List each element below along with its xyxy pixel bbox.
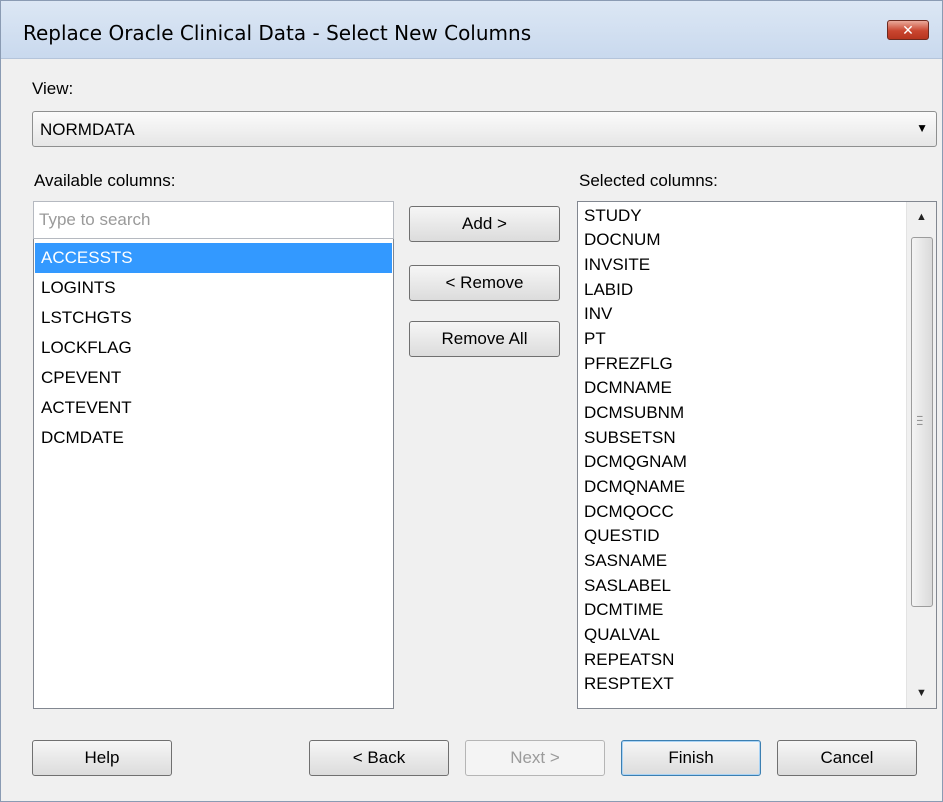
scrollbar-thumb[interactable]: ‒ ‒ ‒ [911,237,933,607]
list-item[interactable]: ACCESSTS [35,243,392,273]
list-item[interactable]: QUESTID [584,526,660,550]
list-item[interactable]: LOCKFLAG [35,333,392,363]
list-item[interactable]: LSTCHGTS [35,303,392,333]
remove-all-button[interactable]: Remove All [409,321,560,357]
list-item[interactable]: DCMTIME [584,600,663,624]
list-item[interactable]: SASNAME [584,551,667,575]
list-item[interactable]: DCMDATE [35,423,392,453]
view-dropdown-value: NORMDATA [40,120,135,139]
selected-columns-label: Selected columns: [579,171,718,190]
close-button[interactable]: ✕ [887,20,929,40]
list-item[interactable]: DCMQNAME [584,477,685,501]
list-item[interactable]: SASLABEL [584,576,671,600]
list-item[interactable]: RESPTEXT [584,674,674,698]
list-item[interactable]: PT [584,329,606,353]
finish-button[interactable]: Finish [621,740,761,776]
list-item[interactable]: PFREZFLG [584,354,673,378]
close-icon: ✕ [902,22,914,38]
title-bar[interactable]: Replace Oracle Clinical Data - Select Ne… [1,1,942,59]
available-columns-label: Available columns: [34,171,176,190]
list-item[interactable]: DCMNAME [584,378,672,402]
scroll-up-arrow-icon[interactable]: ▲ [907,202,936,232]
list-item[interactable]: STUDY [584,206,642,230]
view-dropdown[interactable]: NORMDATA ▼ [32,111,937,147]
list-item[interactable]: LABID [584,280,633,304]
list-item[interactable]: REPEATSN [584,650,674,674]
dropdown-arrow-icon[interactable]: ▼ [916,121,928,135]
next-button[interactable]: Next > [465,740,605,776]
help-button[interactable]: Help [32,740,172,776]
window-title: Replace Oracle Clinical Data - Select Ne… [23,21,532,45]
list-item[interactable]: DCMSUBNM [584,403,684,427]
add-button[interactable]: Add > [409,206,560,242]
list-item[interactable]: INV [584,304,612,328]
list-item[interactable]: DOCNUM [584,230,661,254]
view-label: View: [32,79,74,98]
dialog-window: Replace Oracle Clinical Data - Select Ne… [0,0,943,802]
selected-columns-list[interactable]: STUDY DOCNUM INVSITE LABID INV PT PFREZF… [577,201,937,709]
list-item[interactable]: ACTEVENT [35,393,392,423]
back-button[interactable]: < Back [309,740,449,776]
grip-icon: ‒ ‒ ‒ [917,411,923,430]
list-item[interactable]: QUALVAL [584,625,660,649]
list-item[interactable]: CPEVENT [35,363,392,393]
remove-button[interactable]: < Remove [409,265,560,301]
search-input[interactable] [33,201,394,239]
cancel-button[interactable]: Cancel [777,740,917,776]
list-item[interactable]: DCMQOCC [584,502,674,526]
vertical-scrollbar[interactable]: ▲ ‒ ‒ ‒ ▼ [906,202,936,708]
available-columns-list[interactable]: ACCESSTS LOGINTS LSTCHGTS LOCKFLAG CPEVE… [33,239,394,709]
list-item[interactable]: LOGINTS [35,273,392,303]
list-item[interactable]: INVSITE [584,255,650,279]
scroll-down-arrow-icon[interactable]: ▼ [907,678,936,708]
list-item[interactable]: DCMQGNAM [584,452,687,476]
list-item[interactable]: SUBSETSN [584,428,676,452]
